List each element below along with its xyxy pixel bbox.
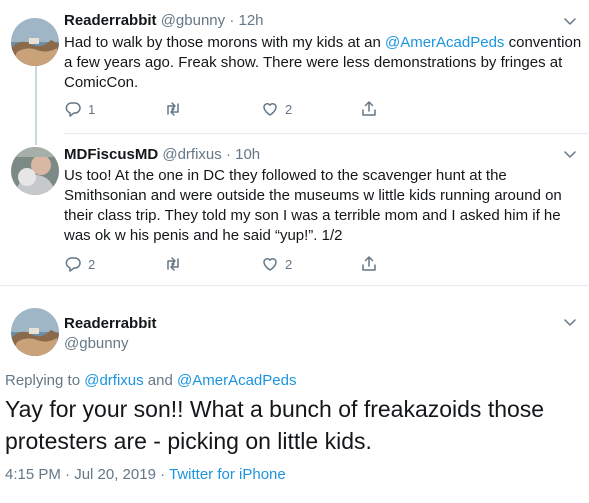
display-name[interactable]: Readerrabbit	[64, 12, 157, 29]
retweet-button[interactable]	[164, 254, 188, 274]
avatar[interactable]	[11, 147, 59, 195]
tweet-time[interactable]: 12h	[239, 12, 264, 29]
thread-line	[35, 66, 37, 136]
share-icon	[362, 256, 376, 271]
replying-to: Replying to @drfixus and @AmerAcadPeds	[5, 372, 296, 389]
retweet-icon	[167, 102, 179, 116]
tweet-header: MDFiscusMD @drfixus · 10h	[64, 145, 260, 165]
tweet-text: Us too! At the one in DC they followed t…	[64, 167, 562, 244]
reply-button[interactable]: 2	[64, 254, 95, 274]
user-handle[interactable]: @gbunny	[64, 335, 128, 352]
retweet-button[interactable]	[164, 99, 188, 119]
tweet-meta: 4:15 PM · Jul 20, 2019 · Twitter for iPh…	[5, 466, 286, 483]
like-button[interactable]: 2	[261, 254, 292, 274]
tweet[interactable]: MDFiscusMD @drfixus · 10h Us too! At the…	[0, 133, 589, 285]
thread-line	[35, 133, 37, 145]
reply-icon	[65, 102, 81, 117]
like-count: 2	[285, 101, 293, 117]
reply-button[interactable]: 1	[64, 99, 95, 119]
like-count: 2	[285, 256, 293, 272]
focused-tweet: Readerrabbit @gbunny Replying to @drfixu…	[0, 285, 589, 503]
separator-dot: ·	[225, 146, 231, 163]
replying-prefix: Replying to	[5, 372, 85, 389]
timestamp[interactable]: 4:15 PM · Jul 20, 2019	[5, 466, 156, 483]
tweet-actions: 2 2	[64, 254, 484, 274]
heart-icon	[263, 103, 277, 116]
user-handle[interactable]: @drfixus	[162, 146, 221, 163]
tweet-time[interactable]: 10h	[235, 146, 260, 163]
tweet-header: Readerrabbit @gbunny · 12h	[64, 11, 264, 31]
mention-link[interactable]: @drfixus	[84, 372, 143, 389]
share-icon	[362, 101, 376, 116]
share-button[interactable]	[360, 254, 378, 274]
chevron-down-icon[interactable]	[563, 14, 577, 28]
text-segment: Had to walk by those morons with my kids…	[64, 34, 385, 51]
tweet-actions: 1 2	[64, 99, 484, 119]
meta-separator: ·	[155, 466, 169, 483]
avatar[interactable]	[11, 308, 59, 356]
display-name[interactable]: Readerrabbit	[64, 315, 157, 332]
retweet-icon	[167, 257, 179, 271]
mention-link[interactable]: @AmerAcadPeds	[177, 372, 296, 389]
reply-count: 1	[88, 101, 96, 117]
separator-dot: ·	[229, 12, 235, 29]
heart-icon	[263, 258, 277, 271]
replying-and: and	[143, 372, 178, 389]
like-button[interactable]: 2	[261, 99, 292, 119]
tweet-text: Had to walk by those morons with my kids…	[64, 33, 584, 93]
chevron-down-icon[interactable]	[563, 315, 577, 329]
tweet-text: Yay for your son!! What a bunch of freak…	[5, 396, 545, 454]
reply-icon	[65, 257, 81, 272]
source-link[interactable]: Twitter for iPhone	[169, 466, 286, 483]
reply-count: 2	[88, 256, 96, 272]
share-button[interactable]	[360, 99, 378, 119]
mention-link[interactable]: @AmerAcadPeds	[385, 34, 504, 51]
display-name[interactable]: MDFiscusMD	[64, 146, 158, 163]
user-handle[interactable]: @gbunny	[161, 12, 225, 29]
avatar[interactable]	[11, 18, 59, 66]
tweet[interactable]: Readerrabbit @gbunny · 12h Had to walk b…	[0, 0, 589, 136]
chevron-down-icon[interactable]	[563, 147, 577, 161]
